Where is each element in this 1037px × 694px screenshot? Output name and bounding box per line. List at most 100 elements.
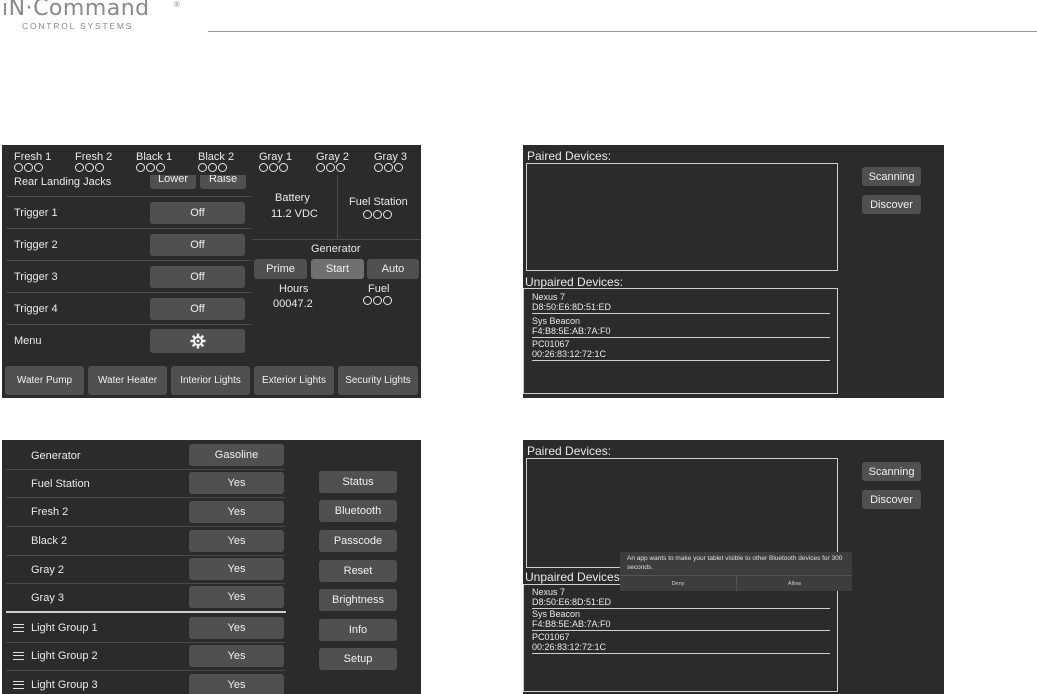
setting-fresh-2-value[interactable]: Yes <box>189 501 284 523</box>
tank-label: Gray 2 <box>316 151 350 163</box>
info-nav-button[interactable]: Info <box>319 619 397 641</box>
paired-devices-list[interactable] <box>526 163 838 271</box>
setting-generator-value[interactable]: Gasoline <box>189 444 284 466</box>
drag-handle-icon[interactable] <box>13 652 24 660</box>
trigger-2-toggle[interactable]: Off <box>150 234 245 256</box>
row-divider <box>6 228 252 229</box>
water-heater-button[interactable]: Water Heater <box>88 366 167 395</box>
tank-level-indicator <box>374 163 421 172</box>
row-divider <box>6 526 285 527</box>
device-name: Nexus 7 <box>532 292 566 302</box>
bluetooth-visibility-dialog: An app wants to make your tablet visible… <box>620 552 852 591</box>
rear-landing-jacks-label: Rear Landing Jacks <box>14 176 112 188</box>
light-group-2-value[interactable]: Yes <box>189 645 284 667</box>
fuel-station-level-indicator <box>363 210 392 219</box>
row-divider <box>6 292 252 293</box>
trigger-4-toggle[interactable]: Off <box>150 298 245 320</box>
setting-black-2-value[interactable]: Yes <box>189 530 284 552</box>
tank-label: Black 2 <box>198 151 235 163</box>
fuel-label: Fuel <box>368 283 390 295</box>
trigger-4-label: Trigger 4 <box>14 303 58 315</box>
tank-level-indicator <box>14 163 70 172</box>
passcode-nav-button[interactable]: Passcode <box>319 530 397 552</box>
generator-auto-button[interactable]: Auto <box>367 259 419 279</box>
control-list[interactable]: Rear Landing Jacks Lower Raise Trigger 1… <box>2 175 252 357</box>
battery-label: Battery <box>275 192 310 204</box>
light-group-1-value[interactable]: Yes <box>189 617 284 639</box>
tank-black-2: Black 2 <box>198 151 254 172</box>
bluetooth-nav-button[interactable]: Bluetooth <box>319 500 397 522</box>
setting-gray-3-label: Gray 3 <box>31 592 65 604</box>
bluetooth-screen: Paired Devices: Scanning Discover Unpair… <box>523 145 944 398</box>
discover-button[interactable]: Discover <box>862 490 921 509</box>
row-divider <box>6 642 285 643</box>
light-group-3-label: Light Group 3 <box>31 679 98 691</box>
scanning-button[interactable]: Scanning <box>862 167 921 186</box>
paired-devices-title: Paired Devices: <box>527 444 612 458</box>
device-list-item[interactable]: Sys Beacon F4:B8:5E:AB:7A:F0 <box>532 609 830 631</box>
light-group-1-label: Light Group 1 <box>31 622 98 634</box>
tank-label: Gray 3 <box>374 151 408 163</box>
trigger-3-label: Trigger 3 <box>14 271 58 283</box>
tank-level-indicator <box>316 163 372 172</box>
unpaired-devices-list[interactable]: Nexus 7 D8:50:E6:8D:51:ED Sys Beacon F4:… <box>523 288 838 394</box>
landing-jacks-raise-button[interactable]: Raise <box>200 175 246 189</box>
tank-label: Fresh 1 <box>14 151 52 163</box>
tank-label: Gray 1 <box>259 151 293 163</box>
status-nav-button[interactable]: Status <box>319 471 397 493</box>
drag-handle-icon[interactable] <box>13 681 24 689</box>
unpaired-devices-title: Unpaired Devices: <box>525 570 624 584</box>
interior-lights-button[interactable]: Interior Lights <box>171 366 250 395</box>
tank-fresh-1: Fresh 1 <box>14 151 70 172</box>
reset-nav-button[interactable]: Reset <box>319 560 397 582</box>
dialog-allow-button[interactable]: Allow <box>737 576 852 591</box>
trigger-1-label: Trigger 1 <box>14 207 58 219</box>
generator-prime-button[interactable]: Prime <box>254 259 307 279</box>
device-mac: D8:50:E6:8D:51:ED <box>532 597 612 607</box>
section-divider <box>6 611 286 613</box>
device-list-item[interactable]: PC01067 00:26:83:12:72:1C <box>532 632 830 654</box>
row-divider <box>6 497 285 498</box>
setting-gray-2-value[interactable]: Yes <box>189 558 284 580</box>
incommand-logo: ıN·Command ® CONTROL SYSTEMS <box>2 0 192 34</box>
light-group-3-value[interactable]: Yes <box>189 674 284 694</box>
landing-jacks-lower-button[interactable]: Lower <box>150 175 196 189</box>
unpaired-devices-list[interactable]: Nexus 7 D8:50:E6:8D:51:ED Sys Beacon F4:… <box>523 584 838 692</box>
device-mac: D8:50:E6:8D:51:ED <box>532 302 612 312</box>
setup-nav-button[interactable]: Setup <box>319 648 397 670</box>
trigger-3-toggle[interactable]: Off <box>150 266 245 288</box>
row-divider <box>6 324 252 325</box>
device-list-item[interactable]: Sys Beacon F4:B8:5E:AB:7A:F0 <box>532 316 830 338</box>
tank-level-indicator <box>259 163 315 172</box>
unpaired-devices-title: Unpaired Devices: <box>525 275 624 289</box>
logo-registered-mark: ® <box>174 0 180 9</box>
status-screen: Fresh 1 Fresh 2 Black 1 Black 2 Gray 1 G… <box>2 145 421 398</box>
setting-gray-3-value[interactable]: Yes <box>189 586 284 608</box>
dialog-deny-button[interactable]: Deny <box>620 576 736 591</box>
device-mac: 00:26:83:12:72:1C <box>532 642 607 652</box>
security-lights-button[interactable]: Security Lights <box>338 366 418 395</box>
scanning-button[interactable]: Scanning <box>862 462 921 481</box>
tank-gray-2: Gray 2 <box>316 151 372 172</box>
menu-settings-button[interactable] <box>150 329 245 353</box>
trigger-1-toggle[interactable]: Off <box>150 202 245 224</box>
row-divider <box>6 555 285 556</box>
dialog-message: An app wants to make your tablet visible… <box>627 555 843 571</box>
brightness-nav-button[interactable]: Brightness <box>319 589 397 611</box>
device-list-item[interactable]: Nexus 7 D8:50:E6:8D:51:ED <box>532 292 830 314</box>
exterior-lights-button[interactable]: Exterior Lights <box>254 366 334 395</box>
drag-handle-icon[interactable] <box>13 624 24 632</box>
device-list-item[interactable]: PC01067 00:26:83:12:72:1C <box>532 339 830 361</box>
device-mac: F4:B8:5E:AB:7A:F0 <box>532 326 611 336</box>
row-divider <box>6 670 285 671</box>
discover-button[interactable]: Discover <box>862 195 921 214</box>
tank-level-indicator <box>75 163 131 172</box>
water-pump-button[interactable]: Water Pump <box>5 366 84 395</box>
generator-start-button[interactable]: Start <box>311 259 364 279</box>
menu-label: Menu <box>14 335 42 347</box>
setting-black-2-label: Black 2 <box>31 535 68 547</box>
setting-fuel-station-value[interactable]: Yes <box>189 472 284 494</box>
header-divider <box>208 31 1037 32</box>
tank-fresh-2: Fresh 2 <box>75 151 131 172</box>
tank-level-indicator <box>136 163 192 172</box>
